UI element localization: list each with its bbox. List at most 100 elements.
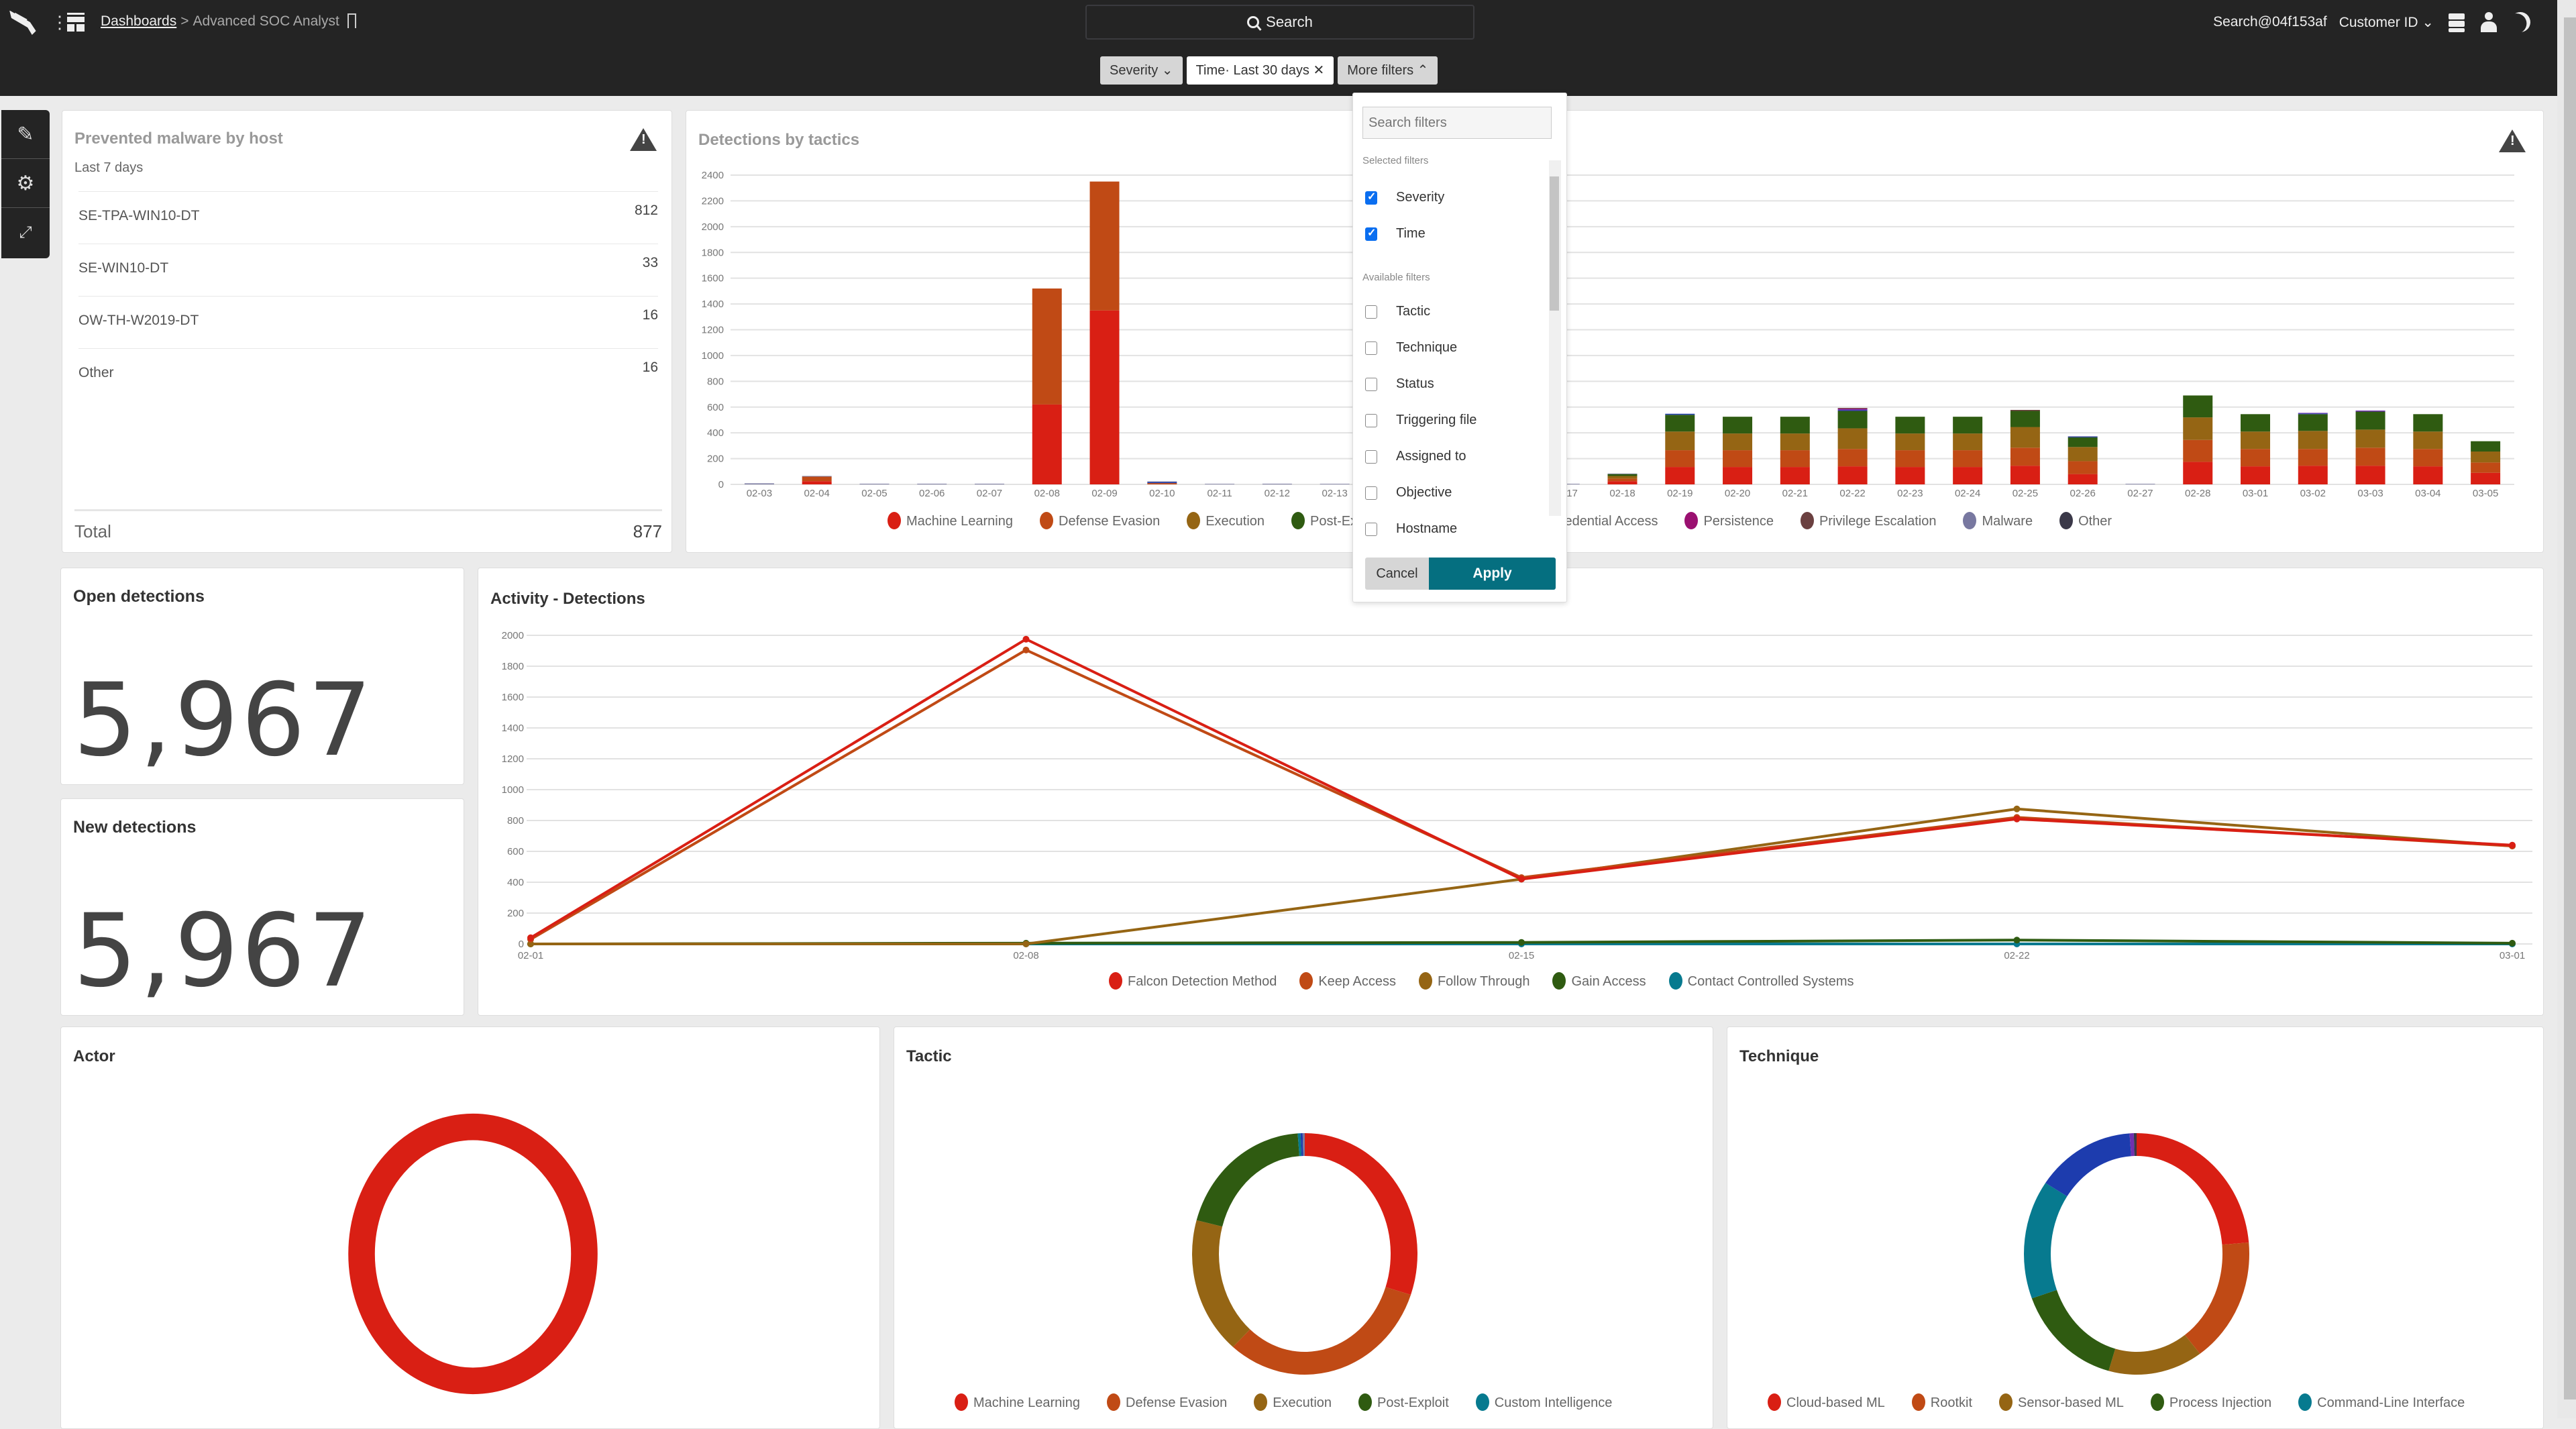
user-profile-icon[interactable]	[2478, 12, 2498, 32]
apply-button[interactable]: Apply	[1429, 558, 1556, 590]
user-account-label[interactable]: Search@04f153af	[2213, 14, 2327, 30]
filter-option-assigned-to[interactable]: Assigned to	[1365, 449, 1466, 464]
notifications-stack-icon[interactable]	[2446, 12, 2466, 32]
legend-item[interactable]: Execution	[1187, 512, 1265, 529]
breadcrumb-dashboards-link[interactable]: Dashboards	[101, 13, 176, 29]
donut-slice	[1192, 1220, 1250, 1347]
fullscreen-expand-icon[interactable]: ⤢	[1, 208, 50, 257]
search-filters-input[interactable]	[1362, 107, 1552, 139]
x-tick-label: 03-05	[2473, 488, 2498, 499]
legend-item[interactable]: Follow Through	[1418, 972, 1529, 990]
legend-item[interactable]: Gain Access	[1552, 972, 1646, 990]
bar-segment	[1032, 288, 1062, 405]
filter-option-technique[interactable]: Technique	[1365, 340, 1457, 356]
host-row[interactable]: SE-WIN10-DT 33	[78, 244, 658, 297]
dark-mode-moon-icon[interactable]	[2508, 9, 2533, 35]
bar-segment	[1147, 483, 1177, 484]
more-vertical-icon[interactable]: ⋮	[51, 11, 68, 34]
x-tick-label: 02-11	[1207, 488, 1232, 499]
open-detections-value: 5,967	[73, 662, 375, 779]
legend-dot-icon	[2059, 512, 2074, 529]
x-tick-label: 02-04	[804, 488, 829, 499]
legend-label: Sensor-based ML	[2018, 1395, 2124, 1410]
filter-option-tactic[interactable]: Tactic	[1365, 304, 1430, 319]
global-search-button[interactable]: Search	[1085, 5, 1474, 40]
bar-segment	[1780, 417, 1810, 434]
x-tick-label: 02-24	[1955, 488, 1980, 499]
checkbox[interactable]	[1365, 305, 1377, 319]
bar-segment	[2298, 431, 2328, 449]
legend-item[interactable]: Falcon Detection Method	[1109, 972, 1277, 990]
detections-by-tactics-chart: 0 200 400 600 800 1000 1200 1400 1600 1800 2000 220…	[702, 170, 2514, 499]
bar-segment	[744, 483, 774, 484]
legend-item[interactable]: Machine Learning	[955, 1393, 1080, 1411]
filter-option-label: Hostname	[1396, 521, 1458, 536]
legend-dot-icon	[1109, 972, 1122, 990]
bar-segment	[2413, 449, 2443, 467]
customer-id-dropdown[interactable]: Customer ID ⌄	[2339, 14, 2434, 31]
legend-item[interactable]: Command-Line Interface	[2298, 1393, 2465, 1411]
bar-segment	[2471, 441, 2501, 452]
bookmark-icon[interactable]	[347, 13, 356, 28]
legend-item[interactable]: Post-Exploit	[1358, 1393, 1449, 1411]
y-tick-label: 2200	[702, 195, 724, 207]
legend-item[interactable]: Sensor-based ML	[1999, 1393, 2124, 1411]
filter-bar: Severity ⌄ Time· Last 30 days ✕ More fil…	[1100, 56, 1438, 85]
legend-item[interactable]: Privilege Escalation	[1800, 512, 1936, 529]
filter-option-triggering-file[interactable]: Triggering file	[1365, 413, 1477, 428]
legend-item[interactable]: Other	[2059, 512, 2112, 529]
cancel-button[interactable]: Cancel	[1365, 558, 1429, 590]
falcon-logo-icon[interactable]	[9, 11, 42, 35]
dropdown-scrollbar[interactable]	[1549, 160, 1561, 516]
bar-segment	[1032, 404, 1062, 484]
checkbox[interactable]	[1365, 377, 1377, 391]
legend-item[interactable]: Persistence	[1684, 512, 1774, 529]
legend-item[interactable]: Contact Controlled Systems	[1668, 972, 1854, 990]
donut-slice	[2045, 1133, 2131, 1197]
checkbox[interactable]	[1365, 341, 1377, 355]
host-count: 16	[642, 360, 658, 375]
filter-option-severity[interactable]: Severity	[1365, 190, 1444, 205]
y-tick-label: 2000	[502, 630, 524, 641]
host-count: 16	[642, 307, 658, 323]
legend-item[interactable]: Execution	[1254, 1393, 1332, 1411]
checkbox[interactable]	[1365, 449, 1377, 464]
prevented-malware-subtitle: Last 7 days	[74, 160, 144, 175]
bar-segment	[2068, 474, 2098, 484]
filter-option-time[interactable]: Time	[1365, 226, 1426, 242]
legend-item[interactable]: Defense Evasion	[1040, 512, 1160, 529]
legend-item[interactable]: Keep Access	[1299, 972, 1396, 990]
bar-segment	[1723, 450, 1753, 468]
checkbox[interactable]	[1365, 226, 1377, 241]
legend-item[interactable]: Rootkit	[1911, 1393, 1972, 1411]
legend-item[interactable]: Malware	[1963, 512, 2033, 529]
legend-dot-icon	[2150, 1393, 2164, 1411]
legend-item[interactable]: Cloud-based ML	[1768, 1393, 1885, 1411]
legend-item[interactable]: Process Injection	[2150, 1393, 2271, 1411]
legend-item[interactable]: Defense Evasion	[1107, 1393, 1227, 1411]
more-filters-button[interactable]: More filters ⌃	[1338, 56, 1438, 85]
severity-filter-chip[interactable]: Severity ⌄	[1100, 56, 1183, 85]
host-row[interactable]: OW-TH-W2019-DT 16	[78, 296, 658, 350]
page-scrollbar[interactable]	[2557, 0, 2576, 1418]
checkbox[interactable]	[1365, 522, 1377, 536]
legend-label: Other	[2078, 514, 2112, 529]
checkbox[interactable]	[1365, 413, 1377, 427]
x-tick-label: 02-13	[1322, 488, 1347, 499]
filter-option-status[interactable]: Status	[1365, 376, 1434, 392]
checkbox[interactable]	[1365, 190, 1377, 205]
filter-option-objective[interactable]: Objective	[1365, 485, 1452, 500]
checkbox[interactable]	[1365, 486, 1377, 500]
legend-item[interactable]: Custom Intelligence	[1475, 1393, 1612, 1411]
time-filter-chip[interactable]: Time· Last 30 days ✕	[1186, 56, 1334, 85]
filter-option-hostname[interactable]: Hostname	[1365, 521, 1457, 537]
y-tick-label: 400	[507, 877, 524, 888]
host-row[interactable]: Other 16	[78, 348, 658, 388]
x-tick-label: 03-04	[2415, 488, 2440, 499]
open-detections-title: Open detections	[73, 587, 205, 606]
legend-item[interactable]: Machine Learning	[888, 512, 1013, 529]
edit-pencil-icon[interactable]: ✎	[1, 110, 50, 159]
dashboard-icon[interactable]	[67, 13, 85, 32]
settings-gear-icon[interactable]: ⚙	[1, 159, 50, 208]
host-row[interactable]: SE-TPA-WIN10-DT 812	[78, 191, 658, 245]
